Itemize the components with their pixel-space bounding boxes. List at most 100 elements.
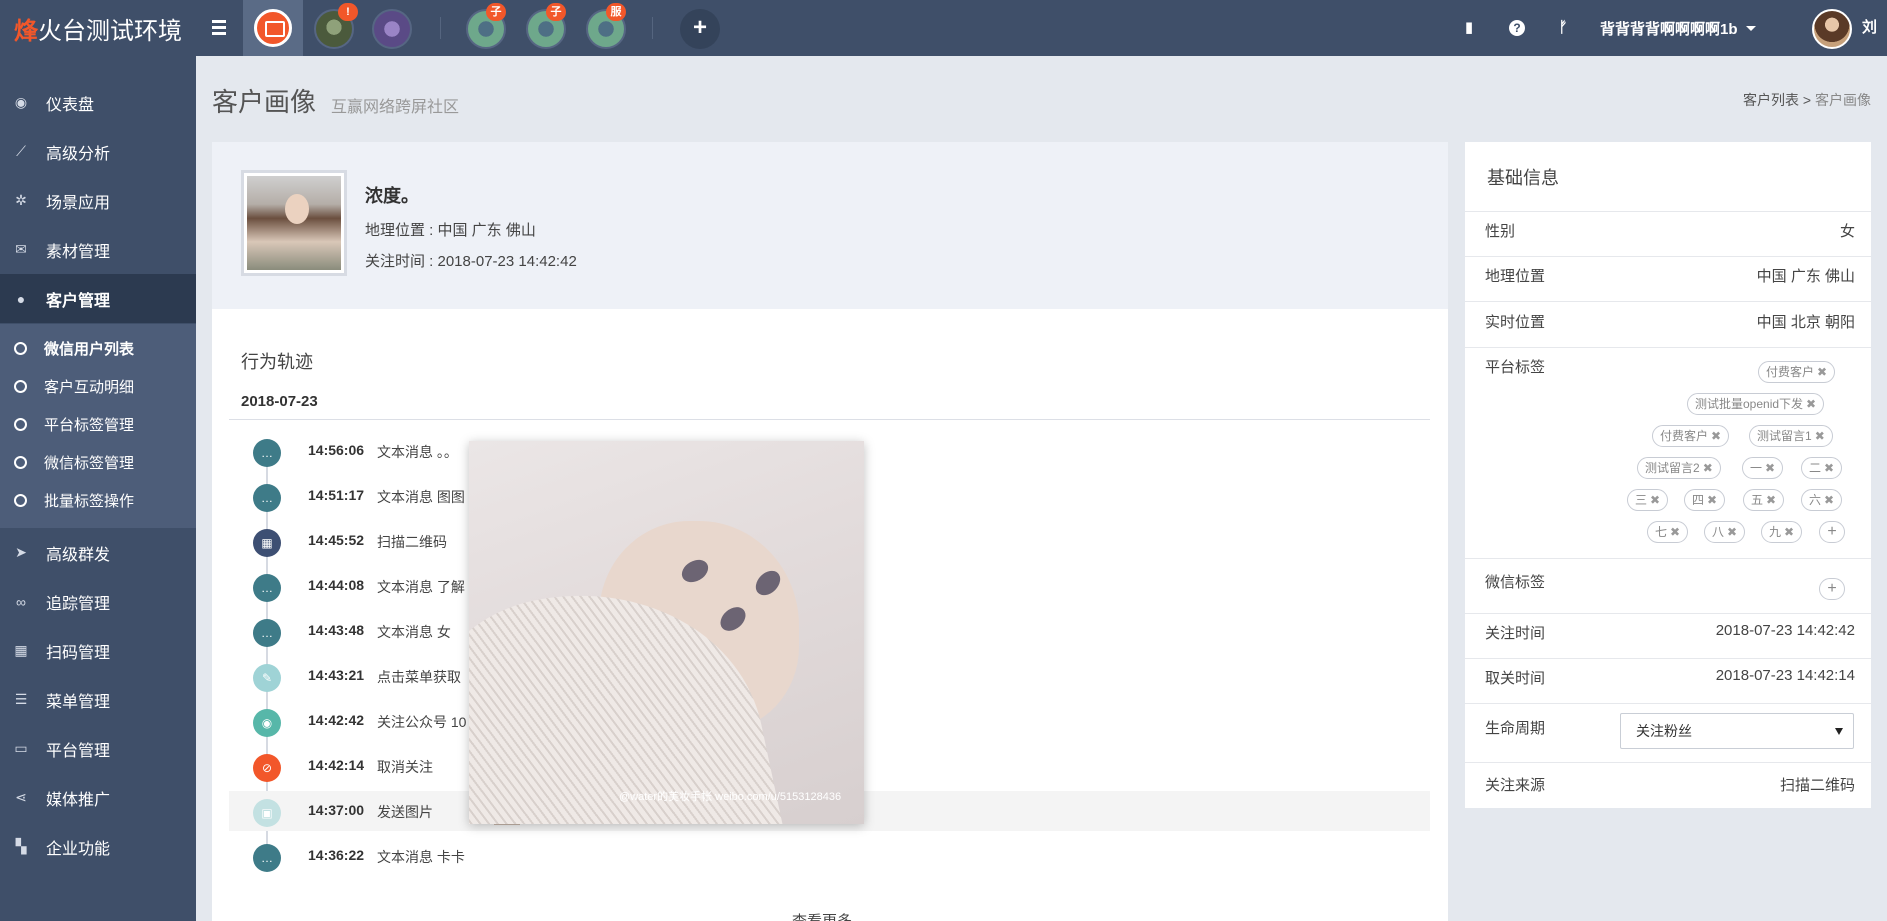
platform-tag[interactable]: 测试批量openid下发 ✖ xyxy=(1687,393,1825,415)
close-icon[interactable]: ✖ xyxy=(1711,429,1721,443)
top-bar: 烽火台测试环境 ! 子 子 服 + ▮ ? ᚠ 背背背背啊啊啊啊1b 刘 xyxy=(0,0,1887,56)
account-name[interactable]: 刘 xyxy=(1862,0,1877,56)
event-time: 14:51:17 xyxy=(308,487,365,503)
help-icon[interactable]: ? xyxy=(1507,18,1527,38)
platform-tag[interactable]: 三 ✖ xyxy=(1627,489,1669,511)
platform-tag[interactable]: 二 ✖ xyxy=(1801,457,1843,479)
customers-submenu: 微信用户列表 客户互动明细 平台标签管理 微信标签管理 批量标签操作 xyxy=(0,324,196,528)
realtime-value: 中国 北京 朝阳 xyxy=(1756,314,1855,331)
submenu-wechat-tags[interactable]: 微信标签管理 xyxy=(0,443,196,481)
geo-label: 地理位置 xyxy=(1485,268,1546,285)
basic-info-card: 基础信息 性别 女 地理位置 中国 广东 佛山 实时位置 中国 北京 朝阳 平台… xyxy=(1465,142,1871,808)
sidebar-item-label: 高级分析 xyxy=(46,145,111,163)
breadcrumb-customer-list[interactable]: 客户列表 > xyxy=(1743,92,1811,108)
sidebar-item-enterprise[interactable]: ▚ 企业功能 xyxy=(0,822,196,871)
platform-tag[interactable]: 九 ✖ xyxy=(1761,521,1803,543)
close-icon[interactable]: ✖ xyxy=(1824,493,1834,507)
grid-icon: ▚ xyxy=(15,838,27,854)
chat-icon: … xyxy=(253,484,281,512)
add-wechat-tag-button[interactable]: + xyxy=(1819,578,1845,600)
sidebar-item-tracking[interactable]: ∞ 追踪管理 xyxy=(0,577,196,626)
close-icon[interactable]: ✖ xyxy=(1703,461,1713,475)
user-dropdown[interactable]: 背背背背啊啊啊啊1b xyxy=(1600,0,1756,56)
event-time: 14:42:14 xyxy=(308,757,365,773)
platform-tag[interactable]: 付费客户 ✖ xyxy=(1758,361,1836,383)
timeline-title: 行为轨迹 xyxy=(241,352,313,372)
sidebar-item-platform[interactable]: ▭ 平台管理 xyxy=(0,724,196,773)
platform-tag[interactable]: 测试留言2 ✖ xyxy=(1637,457,1721,479)
book-icon[interactable]: ▮ xyxy=(1459,18,1479,38)
event-text: 扫描二维码 xyxy=(377,534,447,550)
chat-icon: … xyxy=(253,574,281,602)
circle-icon xyxy=(14,379,27,393)
sidebar-item-broadcast[interactable]: ➤ 高级群发 xyxy=(0,528,196,577)
sidebar-item-dashboard[interactable]: ◉ 仪表盘 xyxy=(0,78,196,127)
image-preview[interactable]: @water的美妆手帐 weibo.com/u/5153128436 xyxy=(469,441,864,824)
sidebar-item-materials[interactable]: ✉ 素材管理 xyxy=(0,225,196,274)
sidebar-item-scenes[interactable]: ✲ 场景应用 xyxy=(0,176,196,225)
sidebar-item-analytics[interactable]: ⟋ 高级分析 xyxy=(0,127,196,176)
close-icon[interactable]: ✖ xyxy=(1766,493,1776,507)
divider xyxy=(440,17,441,39)
sidebar-item-customers[interactable]: ● 客户管理 xyxy=(0,274,196,323)
sidebar-item-promotion[interactable]: ⋖ 媒体推广 xyxy=(0,773,196,822)
close-icon[interactable]: ✖ xyxy=(1824,461,1834,475)
lifecycle-value: 关注粉丝 xyxy=(1636,723,1692,739)
platform-tag[interactable]: 八 ✖ xyxy=(1704,521,1746,543)
app-switch-2[interactable] xyxy=(372,9,412,49)
profile-avatar[interactable] xyxy=(241,170,347,276)
submenu-wechat-users[interactable]: 微信用户列表 xyxy=(0,329,196,367)
sidebar-item-menus[interactable]: ☰ 菜单管理 xyxy=(0,675,196,724)
sidebar-item-qrcode[interactable]: ▦ 扫码管理 xyxy=(0,626,196,675)
close-icon[interactable]: ✖ xyxy=(1670,525,1680,539)
event-time: 14:44:08 xyxy=(308,577,365,593)
platform-tag[interactable]: 一 ✖ xyxy=(1742,457,1784,479)
close-icon[interactable]: ✖ xyxy=(1817,365,1827,379)
close-icon[interactable]: ✖ xyxy=(1650,493,1660,507)
platform-tag[interactable]: 四 ✖ xyxy=(1684,489,1726,511)
sidebar-item-label: 平台管理 xyxy=(46,742,111,760)
add-platform-tag-button[interactable]: + xyxy=(1819,521,1845,543)
qrcode-icon: ▦ xyxy=(14,642,28,658)
event-text: 文本消息 卡卡 xyxy=(377,849,465,865)
close-icon[interactable]: ✖ xyxy=(1765,461,1775,475)
branch-icon[interactable]: ᚠ xyxy=(1553,18,1573,38)
platform-tag[interactable]: 五 ✖ xyxy=(1743,489,1785,511)
sidebar-item-label: 企业功能 xyxy=(46,840,111,858)
image-watermark: @water的美妆手帐 weibo.com/u/5153128436 xyxy=(619,791,842,803)
view-more-link[interactable]: 查看更多 xyxy=(792,910,852,921)
submenu-batch-tags[interactable]: 批量标签操作 xyxy=(0,481,196,519)
submenu-interactions[interactable]: 客户互动明细 xyxy=(0,367,196,405)
close-icon[interactable]: ✖ xyxy=(1806,397,1816,411)
service-badge: 服 xyxy=(606,3,626,21)
platform-tag[interactable]: 六 ✖ xyxy=(1801,489,1843,511)
sidebar-item-label: 媒体推广 xyxy=(46,791,111,809)
close-icon[interactable]: ✖ xyxy=(1815,429,1825,443)
event-text: 关注公众号 10 xyxy=(377,714,467,730)
close-icon[interactable]: ✖ xyxy=(1784,525,1794,539)
platform-tag[interactable]: 七 ✖ xyxy=(1647,521,1689,543)
add-app-button[interactable]: + xyxy=(680,9,720,49)
platform-tag[interactable]: 付费客户 ✖ xyxy=(1652,425,1730,447)
event-text: 文本消息 了解 xyxy=(377,579,465,595)
close-icon[interactable]: ✖ xyxy=(1707,493,1717,507)
sidebar: ◉ 仪表盘 ⟋ 高级分析 ✲ 场景应用 ✉ 素材管理 ● 客户管理 微信用户列表 客户互动… xyxy=(0,56,196,921)
alert-badge: ! xyxy=(338,3,358,21)
app-logo[interactable]: 烽火台测试环境 xyxy=(0,0,196,56)
sidebar-item-label: 菜单管理 xyxy=(46,693,111,711)
dashboard-icon: ◉ xyxy=(14,94,28,110)
sidebar-item-label: 仪表盘 xyxy=(46,96,95,114)
submenu-platform-tags[interactable]: 平台标签管理 xyxy=(0,405,196,443)
breadcrumb-current: 客户画像 xyxy=(1815,92,1871,108)
platform-tag[interactable]: 测试留言1 ✖ xyxy=(1749,425,1833,447)
app-switch-current[interactable] xyxy=(243,0,303,56)
menu-toggle-icon[interactable] xyxy=(208,17,230,39)
logo-mark: 烽 xyxy=(14,17,38,45)
divider xyxy=(652,17,653,39)
lifecycle-select[interactable]: 关注粉丝 xyxy=(1620,713,1854,749)
logo-text: 火台测试环境 xyxy=(38,17,182,45)
profile-follow-time: 关注时间 : 2018-07-23 14:42:42 xyxy=(365,253,577,270)
avatar[interactable] xyxy=(1812,9,1852,49)
close-icon[interactable]: ✖ xyxy=(1727,525,1737,539)
chat-icon: … xyxy=(253,844,281,872)
